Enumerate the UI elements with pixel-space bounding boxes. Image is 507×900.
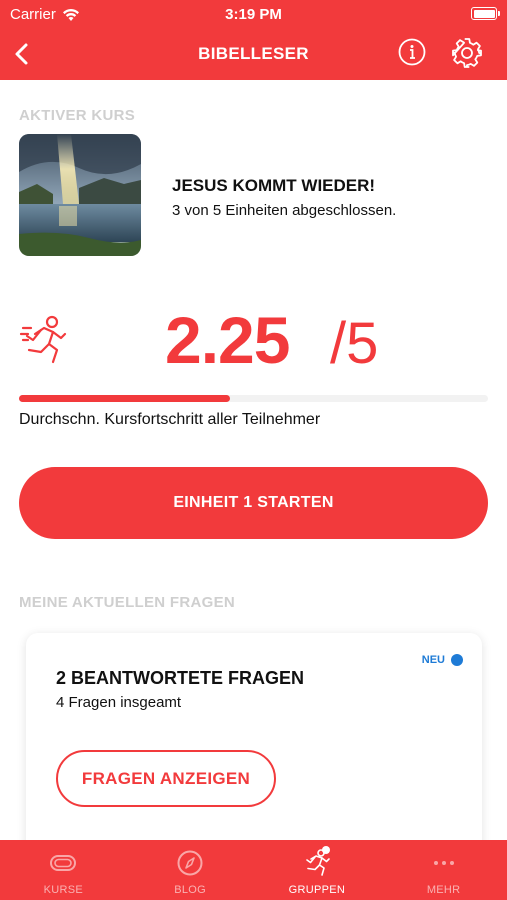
progress-label: Durchschn. Kursfortschritt aller Teilneh… — [19, 411, 321, 428]
page-title: BIBELLESER — [198, 44, 309, 63]
tab-bar: KURSE BLOG GRUPPEN MEHR — [0, 840, 507, 900]
questions-title: 2 BEANTWORTETE FRAGEN — [56, 668, 305, 688]
tab-mehr-label: MEHR — [426, 884, 461, 896]
show-questions-button[interactable]: FRAGEN ANZEIGEN — [56, 750, 276, 807]
progress-bar — [19, 395, 488, 402]
course-progress-text: 3 von 5 Einheiten abgeschlossen. — [172, 202, 397, 219]
compass-icon — [177, 850, 203, 876]
tab-blog-label: BLOG — [174, 884, 207, 896]
tab-gruppen[interactable]: GRUPPEN — [254, 840, 381, 900]
questions-card: NEU 2 BEANTWORTETE FRAGEN 4 Fragen insge… — [26, 633, 482, 873]
notification-dot-icon — [321, 846, 330, 854]
tab-kurse[interactable]: KURSE — [0, 840, 127, 900]
tab-blog[interactable]: BLOG — [127, 840, 254, 900]
status-bar: Carrier 3:19 PM — [0, 0, 507, 30]
progress-fill — [19, 395, 231, 402]
active-course-section-label: AKTIVER KURS — [19, 107, 136, 124]
questions-section-label: MEINE AKTUELLEN FRAGEN — [19, 594, 236, 611]
gear-icon[interactable] — [450, 36, 484, 70]
tab-mehr[interactable]: MEHR — [380, 840, 507, 900]
tab-kurse-label: KURSE — [43, 884, 84, 896]
more-dots-icon — [433, 861, 454, 865]
status-time: 3:19 PM — [225, 6, 282, 23]
new-badge: NEU — [422, 654, 463, 666]
questions-subtitle: 4 Fragen insgeamt — [56, 694, 182, 711]
new-dot-icon — [451, 654, 463, 666]
score-max: /5 — [330, 311, 379, 376]
track-icon — [50, 855, 77, 871]
course-title: JESUS KOMMT WIEDER! — [172, 176, 376, 195]
nav-bar: BIBELLESER — [0, 30, 507, 80]
course-thumbnail[interactable] — [19, 134, 141, 256]
average-score: 2.25 — [165, 303, 290, 377]
start-unit-button[interactable]: EINHEIT 1 STARTEN — [19, 467, 488, 539]
runner-icon — [19, 315, 67, 364]
new-badge-label: NEU — [421, 654, 445, 666]
info-icon[interactable] — [397, 37, 427, 67]
battery-icon — [471, 7, 500, 20]
tab-gruppen-label: GRUPPEN — [288, 884, 346, 896]
